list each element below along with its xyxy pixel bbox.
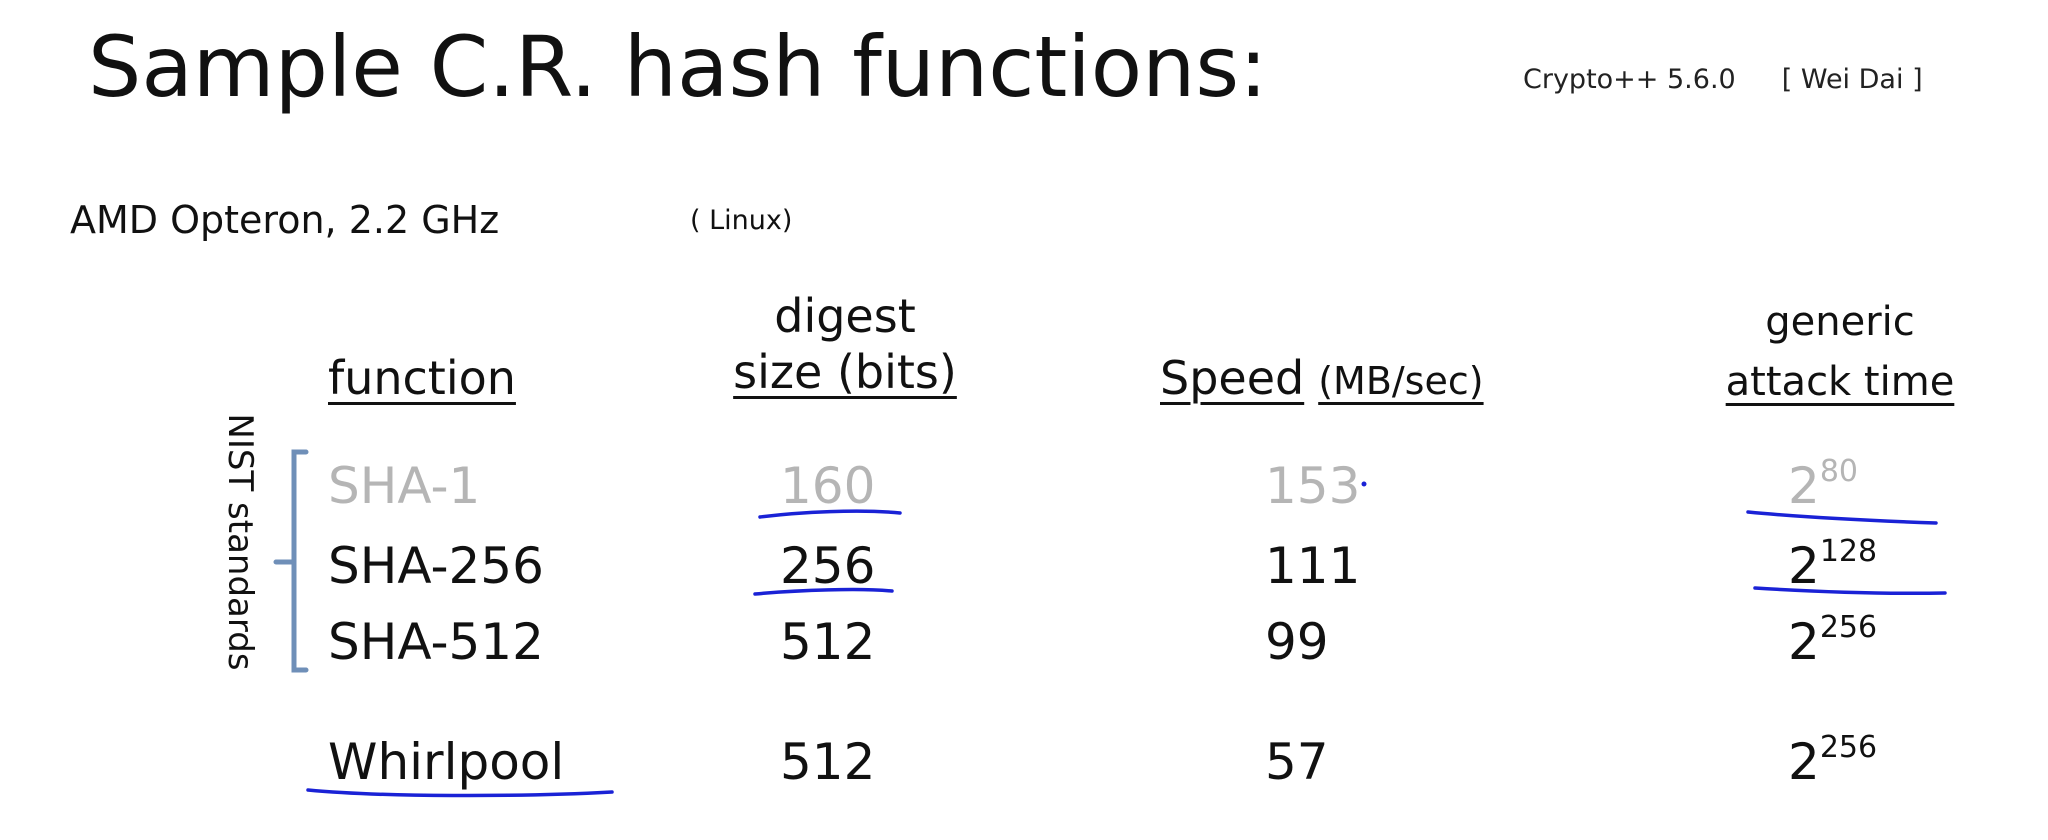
ink-underline-256: [753, 587, 894, 596]
ink-underline-2-80: [1746, 510, 1938, 525]
annotation-layer: [273, 449, 1947, 798]
nist-bracket: [273, 449, 309, 673]
ink-dot-153: [1361, 481, 1367, 487]
ink-underline-whirlpool: [306, 788, 614, 798]
ink-underline-160: [758, 509, 902, 519]
ink-underline-2-128: [1753, 586, 1947, 595]
